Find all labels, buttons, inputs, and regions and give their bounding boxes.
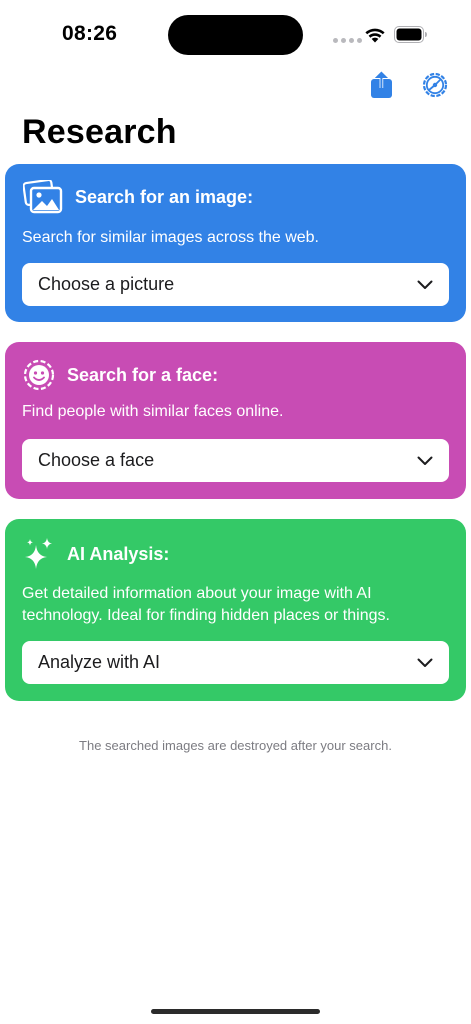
card-title: Search for an image: <box>75 186 254 207</box>
choose-face-dropdown[interactable]: Choose a face <box>22 439 449 482</box>
card-description: Find people with similar faces online. <box>22 403 284 420</box>
card-description: Search for similar images across the web… <box>22 229 319 246</box>
photos-icon <box>23 180 63 214</box>
settings-button[interactable] <box>420 70 450 100</box>
gear-icon <box>422 72 448 98</box>
share-button[interactable] <box>367 70 397 100</box>
signal-icon <box>333 38 362 43</box>
card-title: AI Analysis: <box>67 543 170 564</box>
face-search-card: Search for a face: Find people with simi… <box>5 342 466 499</box>
card-header: Search for a face: <box>23 359 218 391</box>
wifi-icon <box>365 28 385 43</box>
analyze-ai-dropdown[interactable]: Analyze with AI <box>22 641 449 684</box>
page-title: Research <box>22 113 177 151</box>
ai-analysis-card: AI Analysis: Get detailed information ab… <box>5 519 466 701</box>
face-icon <box>23 359 55 391</box>
card-description: Get detailed information about your imag… <box>22 585 390 624</box>
dynamic-island <box>168 15 303 55</box>
dropdown-value: Analyze with AI <box>38 652 161 672</box>
choose-picture-dropdown[interactable]: Choose a picture <box>22 263 449 306</box>
chevron-down-icon <box>417 280 433 289</box>
dropdown-value: Choose a picture <box>38 274 175 294</box>
screen: 08:26 Research Search for an image: Sear… <box>0 0 471 1024</box>
card-title: Search for a face: <box>67 364 219 385</box>
share-icon <box>371 71 392 98</box>
chevron-down-icon <box>417 658 433 667</box>
chevron-down-icon <box>417 456 433 465</box>
battery-icon <box>394 26 427 43</box>
image-search-card: Search for an image: Search for similar … <box>5 164 466 322</box>
dropdown-value: Choose a face <box>38 450 155 470</box>
footer-note: The searched images are destroyed after … <box>79 738 392 753</box>
status-time: 08:26 <box>62 22 118 45</box>
home-indicator[interactable] <box>151 1009 320 1014</box>
card-header: Search for an image: <box>23 180 253 214</box>
sparkles-icon <box>25 538 52 569</box>
card-header: AI Analysis: <box>23 537 169 571</box>
